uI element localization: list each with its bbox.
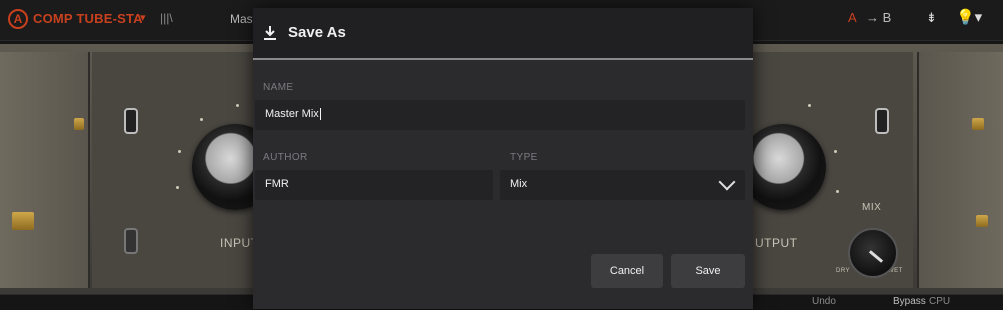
- toggle-switch-right[interactable]: [875, 108, 889, 134]
- name-field-value: Master Mix: [265, 108, 321, 121]
- mix-label: MIX: [862, 202, 882, 213]
- cpu-meter: CPU: [929, 296, 951, 307]
- author-field-text: FMR: [265, 178, 289, 190]
- dialog-title: Save As: [288, 24, 346, 41]
- rack-bracket-right: [917, 52, 1003, 288]
- download-icon[interactable]: ⇟: [926, 10, 937, 26]
- name-label: NAME: [263, 82, 294, 93]
- library-icon[interactable]: |||\: [160, 11, 173, 25]
- mix-dry-label: DRY: [836, 268, 851, 274]
- lightbulb-icon[interactable]: 💡▾: [956, 8, 982, 26]
- link-switch[interactable]: [124, 228, 138, 254]
- save-button[interactable]: Save: [671, 254, 745, 288]
- author-field[interactable]: FMR: [255, 170, 493, 200]
- scale-dot: [808, 104, 811, 107]
- brand-logo-icon[interactable]: A: [8, 9, 28, 29]
- save-as-dialog: Save As NAME Master Mix AUTHOR FMR TYPE …: [253, 8, 753, 309]
- ab-compare-a[interactable]: A: [848, 10, 857, 25]
- undo-button[interactable]: Undo: [812, 296, 836, 307]
- ab-compare-b[interactable]: → B: [866, 10, 891, 25]
- scale-dot: [834, 150, 837, 153]
- scale-dot: [236, 104, 239, 107]
- download-icon: [264, 26, 276, 40]
- scale-dot: [176, 186, 179, 189]
- product-menu[interactable]: COMP TUBE-STA: [33, 11, 143, 26]
- output-label: UTPUT: [755, 236, 798, 250]
- plugin-window: A COMP TUBE-STA ▾ |||\ Maste A → B ⇟ 💡▾ …: [0, 0, 1003, 310]
- rack-screw-icon: [74, 118, 84, 130]
- toggle-switch-left[interactable]: [124, 108, 138, 134]
- type-label: TYPE: [510, 152, 538, 163]
- rack-bracket-left: [0, 52, 90, 288]
- bypass-toggle[interactable]: Bypass: [893, 296, 926, 307]
- name-field[interactable]: Master Mix: [255, 100, 745, 130]
- author-label: AUTHOR: [263, 152, 308, 163]
- type-select-value: Mix: [510, 178, 528, 190]
- rack-screw-icon: [976, 215, 988, 227]
- scale-dot: [200, 118, 203, 121]
- chevron-down-icon: [718, 173, 736, 191]
- text-cursor: [319, 108, 321, 121]
- name-field-text: Master Mix: [265, 108, 319, 120]
- cancel-button[interactable]: Cancel: [591, 254, 663, 288]
- type-select[interactable]: Mix: [500, 170, 745, 200]
- dialog-header: Save As: [253, 8, 753, 60]
- scale-dot: [836, 190, 839, 193]
- rack-screw-icon: [972, 118, 984, 130]
- scale-dot: [178, 150, 181, 153]
- product-menu-caret-icon[interactable]: ▾: [140, 11, 146, 24]
- rack-screw-icon: [12, 212, 34, 230]
